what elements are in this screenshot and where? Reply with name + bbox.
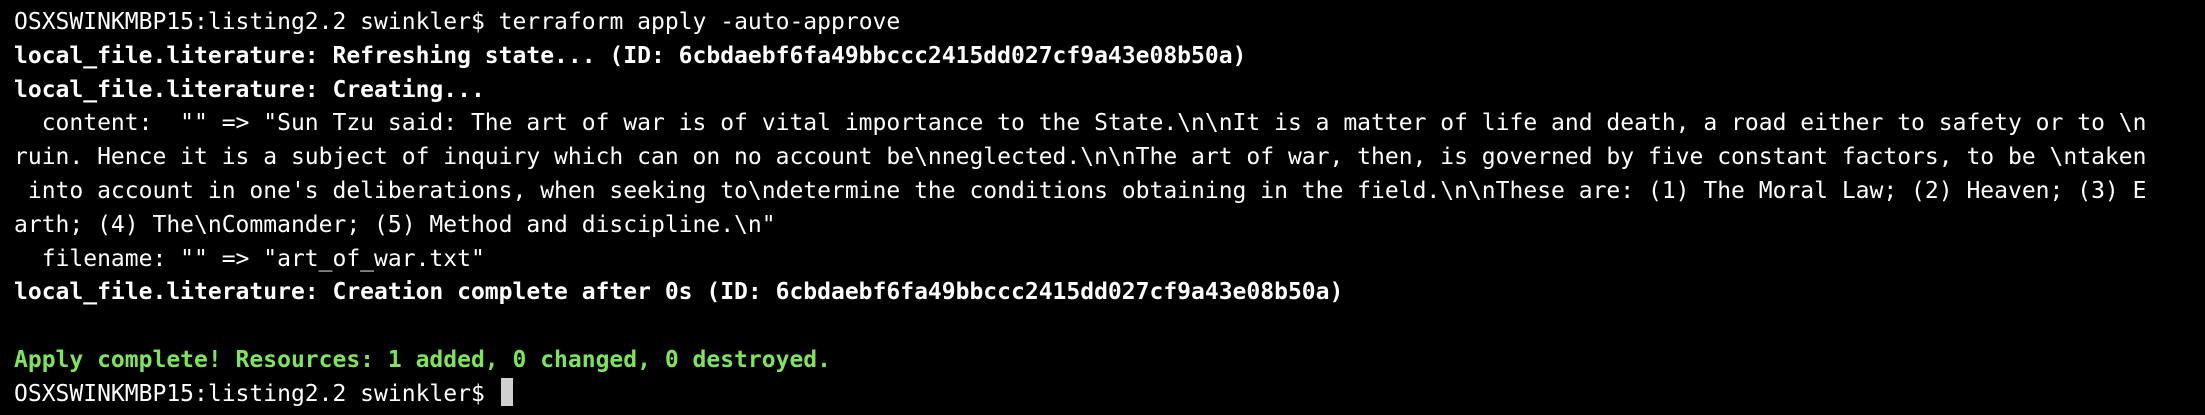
final-shell-prompt: OSXSWINKMBP15:listing2.2 swinkler$: [14, 380, 499, 407]
terminal-window[interactable]: OSXSWINKMBP15:listing2.2 swinkler$ terra…: [0, 0, 2205, 415]
refresh-status-line: local_file.literature: Refreshing state.…: [14, 42, 1247, 69]
text-cursor: [500, 377, 513, 406]
content-output-line-3: into account in one's deliberations, whe…: [14, 177, 2147, 204]
final-prompt-line[interactable]: OSXSWINKMBP15:listing2.2 swinkler$: [14, 377, 2205, 412]
command-text: terraform apply -auto-approve: [498, 9, 901, 35]
command-line: OSXSWINKMBP15:listing2.2 swinkler$ terra…: [14, 6, 2205, 40]
filename-output-line: filename: "" => "art_of_war.txt": [14, 245, 485, 272]
creation-complete-line: local_file.literature: Creation complete…: [14, 279, 1344, 306]
content-output-line-2: ruin. Hence it is a subject of inquiry w…: [14, 144, 2147, 171]
content-output-line-4: arth; (4) The\nCommander; (5) Method and…: [14, 211, 776, 238]
creating-status-line: local_file.literature: Creating...: [14, 76, 485, 103]
apply-complete-line: Apply complete! Resources: 1 added, 0 ch…: [14, 346, 831, 373]
shell-prompt: OSXSWINKMBP15:listing2.2 swinkler$: [14, 9, 485, 35]
content-output-line-1: content: "" => "Sun Tzu said: The art of…: [14, 110, 2147, 137]
